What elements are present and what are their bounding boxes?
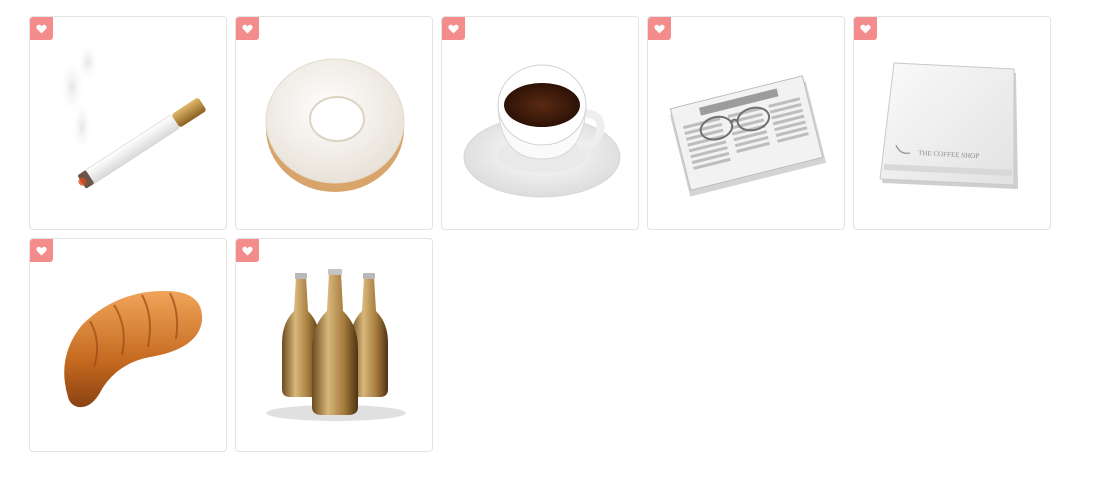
favorite-button[interactable] bbox=[236, 239, 259, 262]
heart-icon bbox=[860, 24, 871, 34]
icon-grid: THE COFFEE SHOP bbox=[29, 16, 1059, 452]
favorite-button[interactable] bbox=[648, 17, 671, 40]
napkin-icon: THE COFFEE SHOP bbox=[854, 17, 1050, 229]
icon-card[interactable] bbox=[235, 16, 433, 230]
heart-icon bbox=[242, 24, 253, 34]
heart-icon bbox=[36, 246, 47, 256]
icon-card[interactable] bbox=[29, 238, 227, 452]
donut-icon bbox=[236, 17, 432, 229]
heart-icon bbox=[36, 24, 47, 34]
heart-icon bbox=[654, 24, 665, 34]
favorite-button[interactable] bbox=[236, 17, 259, 40]
icon-card[interactable]: THE COFFEE SHOP bbox=[853, 16, 1051, 230]
favorite-button[interactable] bbox=[442, 17, 465, 40]
icon-card[interactable] bbox=[235, 238, 433, 452]
heart-icon bbox=[448, 24, 459, 34]
favorite-button[interactable] bbox=[30, 17, 53, 40]
newspaper-glasses-icon bbox=[648, 17, 844, 229]
icon-card[interactable] bbox=[441, 16, 639, 230]
icon-card[interactable] bbox=[29, 16, 227, 230]
icon-card[interactable] bbox=[647, 16, 845, 230]
favorite-button[interactable] bbox=[30, 239, 53, 262]
beer-bottles-icon bbox=[236, 239, 432, 451]
coffee-cup-icon bbox=[442, 17, 638, 229]
favorite-button[interactable] bbox=[854, 17, 877, 40]
cigarette-icon bbox=[30, 17, 226, 229]
heart-icon bbox=[242, 246, 253, 256]
croissant-icon bbox=[30, 239, 226, 451]
